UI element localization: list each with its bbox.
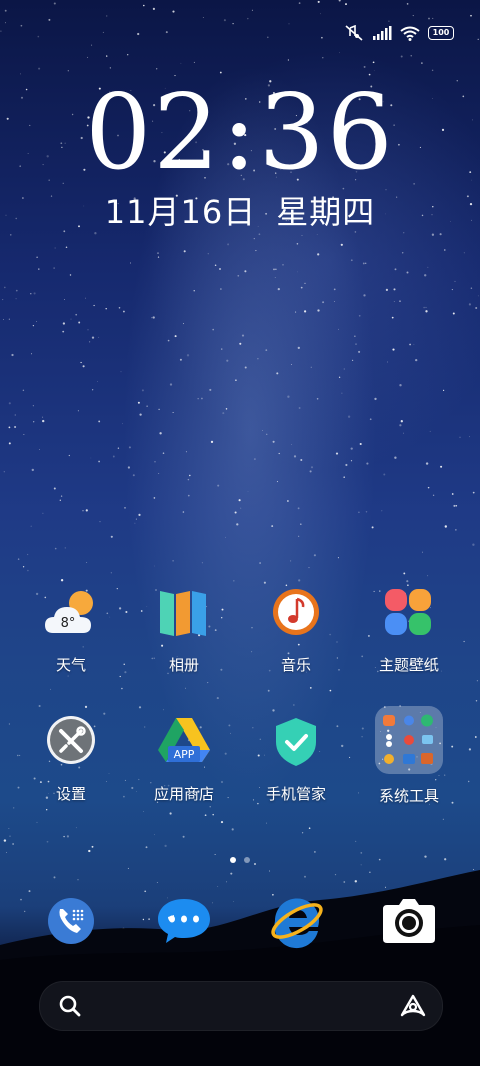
search-icon[interactable] <box>58 994 82 1018</box>
browser-icon <box>271 898 323 949</box>
dock-camera[interactable] <box>379 891 439 951</box>
folder-icon <box>375 706 443 774</box>
search-bar[interactable] <box>39 981 443 1031</box>
app-store-badge: APP <box>174 748 195 761</box>
dock-messages[interactable] <box>154 891 214 951</box>
app-label: 应用商店 <box>153 785 214 803</box>
app-label: 主题壁纸 <box>378 656 439 674</box>
mute-icon <box>345 25 363 41</box>
signal-icon <box>373 26 392 40</box>
camera-icon <box>383 899 435 943</box>
app-label: 天气 <box>55 656 86 674</box>
app-label: 设置 <box>55 785 86 803</box>
app-store-icon: APP <box>156 716 212 772</box>
clock-time[interactable]: 02:36 <box>0 72 480 192</box>
status-bar: 100 <box>344 22 454 44</box>
app-music[interactable]: 音乐 <box>236 587 356 675</box>
dock-browser[interactable] <box>267 891 327 951</box>
security-icon <box>268 716 324 772</box>
app-settings[interactable]: 设置 <box>11 716 131 804</box>
assistant-icon[interactable] <box>400 994 426 1018</box>
date-weekday: 星期四 <box>276 193 376 231</box>
clock-date[interactable]: 11月16日 星期四 <box>0 192 480 232</box>
weather-icon: 8° <box>43 587 99 643</box>
app-label: 相册 <box>168 656 199 674</box>
phone-icon <box>48 898 94 944</box>
app-gallery[interactable]: 相册 <box>124 587 244 675</box>
music-icon <box>268 587 324 643</box>
page-indicator[interactable] <box>0 857 480 863</box>
weather-temp: 8° <box>61 616 76 631</box>
app-label: 音乐 <box>280 656 311 674</box>
themes-icon <box>381 587 437 643</box>
date-day: 11月16日 <box>104 193 257 231</box>
page-dot <box>244 857 250 863</box>
app-store[interactable]: APP 应用商店 <box>124 716 244 804</box>
app-label: 手机管家 <box>265 785 326 803</box>
gallery-icon <box>156 587 212 643</box>
app-weather[interactable]: 8° 天气 <box>11 587 131 675</box>
page-dot-active <box>230 857 236 863</box>
settings-icon <box>43 716 99 772</box>
dock-phone[interactable] <box>41 891 101 951</box>
messages-icon <box>158 899 210 943</box>
app-themes[interactable]: 主题壁纸 <box>349 587 469 675</box>
folder-system-tools[interactable]: 系统工具 <box>349 706 469 806</box>
app-label: 系统工具 <box>378 787 439 805</box>
wifi-icon <box>400 26 420 41</box>
battery-icon: 100 <box>428 26 454 40</box>
app-security[interactable]: 手机管家 <box>236 716 356 804</box>
